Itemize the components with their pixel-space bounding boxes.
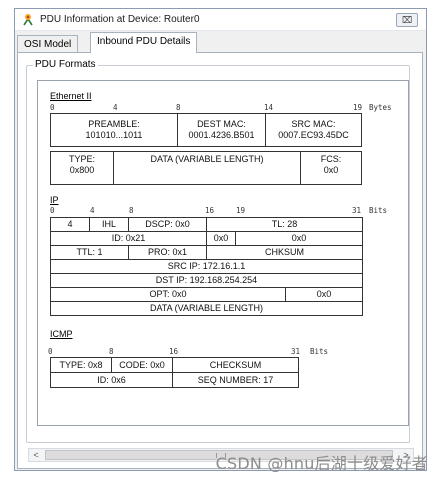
icmp-checksum-field: CHECKSUM — [172, 357, 299, 373]
eth-ruler-8: 8 — [176, 103, 181, 112]
ip-id-field: ID: 0x21 — [50, 231, 207, 246]
close-button[interactable]: ⌧ — [396, 13, 418, 27]
eth-preamble-label: PREAMBLE: — [88, 119, 140, 129]
pdu-formats-group: PDU Formats Ethernet II 0 4 8 14 19 Byte… — [26, 59, 410, 443]
ip-ihl-field: IHL — [89, 217, 129, 232]
ip-ruler-16: 16 — [205, 206, 215, 215]
eth-data-field: DATA (VARIABLE LENGTH) — [113, 151, 301, 185]
eth-fcs-label: FCS: — [320, 154, 342, 164]
pdu-info-window: PDU Information at Device: Router0 ⌧ OSI… — [14, 8, 427, 471]
eth-ruler-0: 0 — [50, 103, 55, 112]
eth-ruler-14: 14 — [264, 103, 274, 112]
eth-fcs-field: FCS: 0x0 — [300, 151, 362, 185]
icmp-ruler-0: 0 — [48, 347, 53, 356]
ip-ruler-19: 19 — [236, 206, 246, 215]
icmp-ruler-16: 16 — [169, 347, 179, 356]
ip-src-ip-field: SRC IP: 172.16.1.1 — [50, 259, 363, 274]
ip-ttl-field: TTL: 1 — [50, 245, 129, 260]
title-bar: PDU Information at Device: Router0 ⌧ — [15, 9, 426, 31]
eth-type-value: 0x800 — [69, 165, 95, 175]
ip-tl-field: TL: 28 — [206, 217, 363, 232]
ip-dscp-field: DSCP: 0x0 — [128, 217, 207, 232]
tab-bar: OSI Model Inbound PDU Details — [15, 32, 426, 53]
ip-ruler-4: 4 — [90, 206, 95, 215]
eth-ruler-19: 19 — [353, 103, 363, 112]
ip-flags-field: 0x0 — [206, 231, 236, 246]
eth-preamble-value: 101010...1011 — [85, 130, 143, 140]
eth-src-label: SRC MAC: — [291, 119, 336, 129]
packet-tracer-icon — [23, 14, 33, 26]
ip-frag-offset-field: 0x0 — [235, 231, 363, 246]
ip-options-field: OPT: 0x0 — [50, 287, 286, 302]
ip-ruler-31: 31 — [352, 206, 362, 215]
scroll-left-icon[interactable]: < — [29, 449, 43, 461]
eth-src-mac-field: SRC MAC: 0007.EC93.45DC — [265, 113, 362, 147]
close-icon: ⌧ — [401, 14, 413, 25]
icmp-type-field: TYPE: 0x8 — [50, 357, 112, 373]
icmp-title: ICMP — [50, 329, 73, 339]
ip-ruler-unit: Bits — [369, 206, 388, 215]
eth-ruler-4: 4 — [113, 103, 118, 112]
tab-inbound-pdu-details[interactable]: Inbound PDU Details — [90, 32, 198, 53]
eth-dest-mac-field: DEST MAC: 0001.4236.B501 — [177, 113, 266, 147]
ip-version-field: 4 — [50, 217, 90, 232]
tab-content: PDU Formats Ethernet II 0 4 8 14 19 Byte… — [17, 52, 423, 469]
icmp-code-field: CODE: 0x0 — [111, 357, 173, 373]
eth-ruler-unit: Bytes — [369, 103, 392, 112]
eth-preamble-field: PREAMBLE: 101010...1011 — [50, 113, 178, 147]
ip-dst-ip-field: DST IP: 192.168.254.254 — [50, 273, 363, 288]
ip-checksum-field: CHKSUM — [206, 245, 363, 260]
icmp-id-field: ID: 0x6 — [50, 372, 173, 388]
eth-type-field: TYPE: 0x800 — [50, 151, 114, 185]
icmp-seq-field: SEQ NUMBER: 17 — [172, 372, 299, 388]
ethernet-title: Ethernet II — [50, 91, 92, 101]
ip-padding-field: 0x0 — [285, 287, 363, 302]
eth-src-value: 0007.EC93.45DC — [278, 130, 349, 140]
watermark: CSDN @hnu后湖十级爱好者 — [215, 454, 428, 473]
eth-dest-value: 0001.4236.B501 — [188, 130, 255, 140]
eth-data-label: DATA (VARIABLE LENGTH) — [150, 154, 264, 164]
eth-dest-label: DEST MAC: — [197, 119, 246, 129]
ip-protocol-field: PRO: 0x1 — [128, 245, 207, 260]
icmp-ruler-8: 8 — [109, 347, 114, 356]
icmp-ruler-31: 31 — [291, 347, 301, 356]
ip-title: IP — [50, 195, 59, 205]
ip-ruler-8: 8 — [129, 206, 134, 215]
eth-fcs-value: 0x0 — [323, 165, 339, 175]
pdu-scroll-area[interactable]: Ethernet II 0 4 8 14 19 Bytes PREAMBLE: 1… — [37, 80, 409, 426]
tab-osi-model[interactable]: OSI Model — [17, 35, 79, 52]
window-title: PDU Information at Device: Router0 — [40, 14, 200, 25]
ip-data-field: DATA (VARIABLE LENGTH) — [50, 301, 363, 316]
icmp-ruler-unit: Bits — [310, 347, 329, 356]
eth-type-label: TYPE: — [68, 154, 95, 164]
group-title: PDU Formats — [33, 59, 98, 70]
ip-ruler-0: 0 — [50, 206, 55, 215]
